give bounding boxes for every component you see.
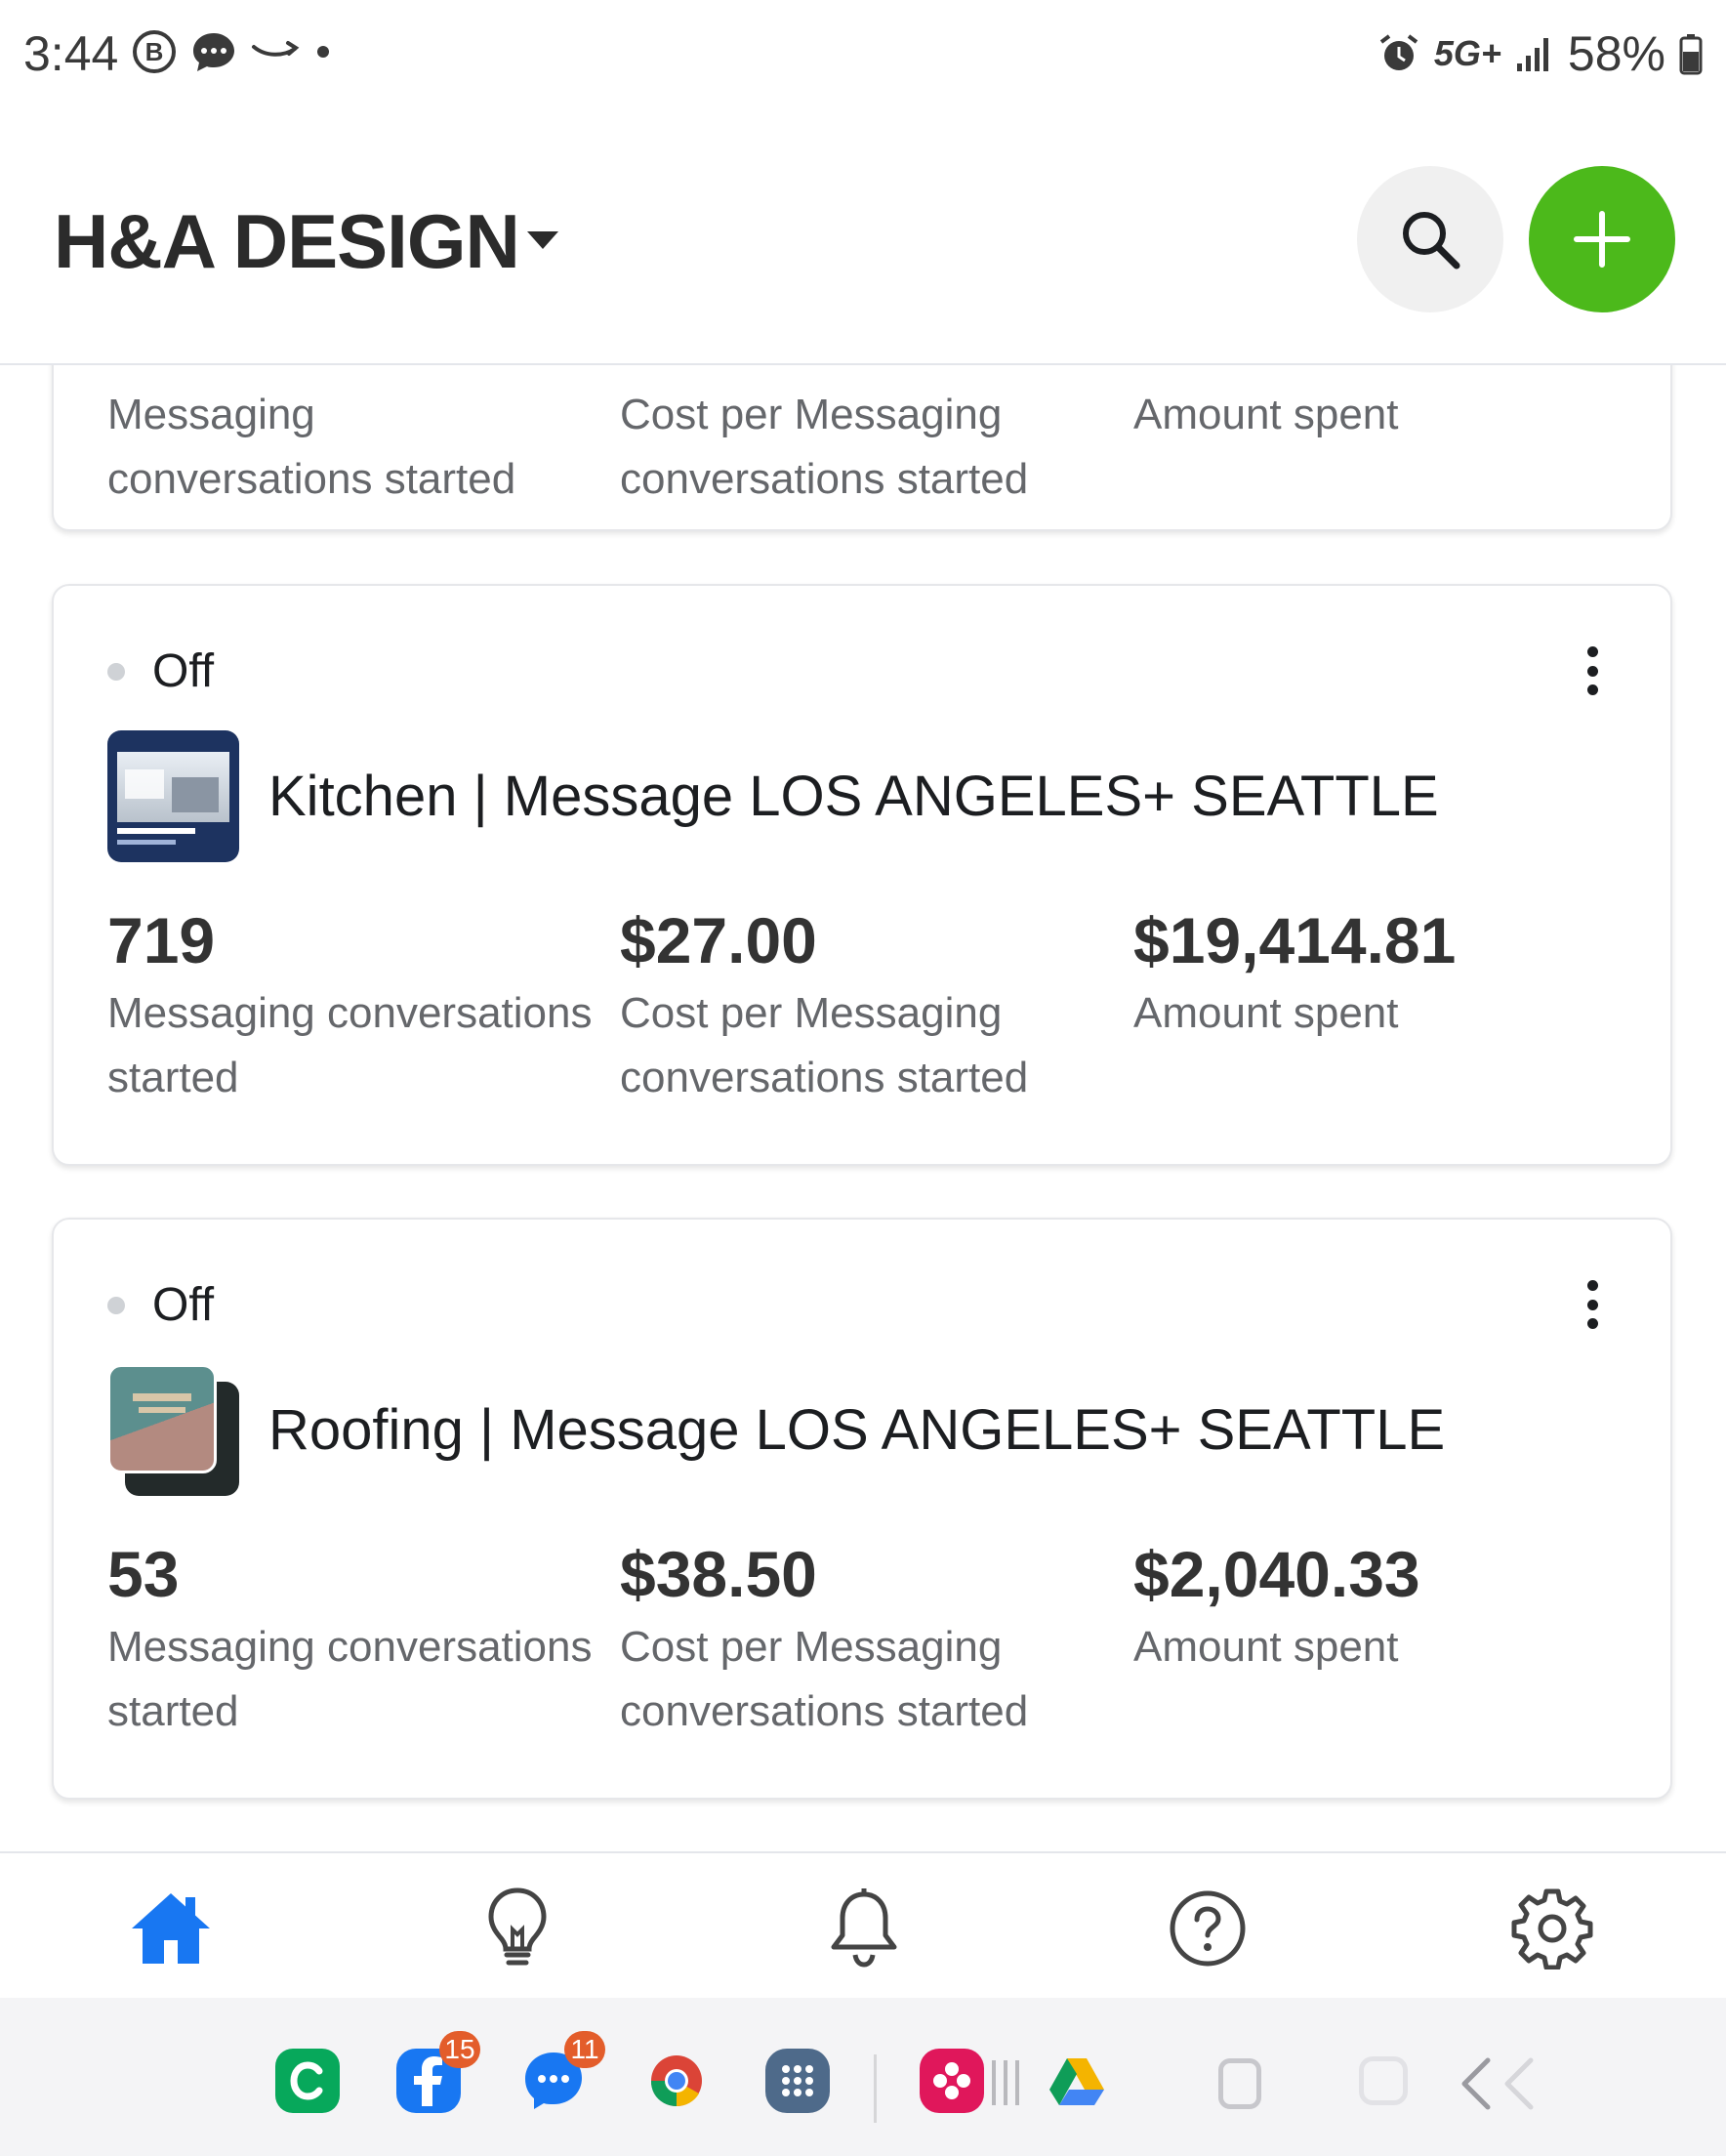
back-icon[interactable] xyxy=(1455,2054,1542,2113)
status-time: 3:44 xyxy=(23,26,119,81)
campaign-name[interactable]: Roofing | Message LOS ANGELES+ SEATTLE xyxy=(268,1397,1445,1463)
drive-icon[interactable] xyxy=(1045,2049,1109,2113)
lightbulb-icon xyxy=(488,1887,547,1966)
metric-amount: $19,414.81 Amount spent xyxy=(1133,903,1641,1046)
metric-amount: $2,040.33 Amount spent xyxy=(1133,1537,1641,1679)
metric-value: 53 xyxy=(107,1538,180,1610)
campaign-title-row[interactable]: Kitchen | Message LOS ANGELES+ SEATTLE xyxy=(107,730,1439,862)
alarm-icon xyxy=(1379,34,1418,70)
search-button[interactable] xyxy=(1357,166,1503,312)
dot-icon xyxy=(317,46,329,58)
flower-app-icon[interactable] xyxy=(920,2049,984,2113)
account-switcher-label[interactable]: H&A DESIGN xyxy=(54,197,520,286)
status-bar: 3:44 B 5G+ 58% xyxy=(0,0,1726,112)
b-notification-icon: B xyxy=(133,30,176,73)
status-dot-icon xyxy=(107,662,125,681)
metric-label: Cost per Messaging conversations started xyxy=(620,1623,1029,1735)
help-icon xyxy=(1170,1890,1246,1967)
metric-label: Amount spent xyxy=(1133,391,1399,438)
campaign-list[interactable]: Messaging conversations started Cost per… xyxy=(0,365,1726,1851)
bell-icon xyxy=(831,1888,897,1968)
tab-settings[interactable] xyxy=(1508,1885,1596,1972)
split-screen-icon[interactable] xyxy=(1218,2058,1261,2109)
more-options-icon[interactable] xyxy=(1582,1280,1602,1329)
recent-apps-indicator xyxy=(992,2060,1019,2105)
chat-notification-icon xyxy=(193,33,234,71)
campaign-status: Off xyxy=(107,1278,214,1332)
search-icon xyxy=(1403,212,1460,270)
tab-help[interactable] xyxy=(1164,1885,1252,1972)
metric-messaging: Messaging conversations started xyxy=(107,379,615,512)
battery-icon xyxy=(1679,34,1703,75)
metric-value: 719 xyxy=(107,904,216,976)
tab-notifications[interactable] xyxy=(820,1885,908,1972)
caret-down-icon[interactable] xyxy=(527,231,558,249)
signal-icon xyxy=(1516,38,1548,71)
tab-home[interactable] xyxy=(127,1885,215,1972)
metric-label: Messaging conversations started xyxy=(107,391,516,503)
metric-label: Amount spent xyxy=(1133,989,1399,1037)
metric-value: $27.00 xyxy=(620,904,817,976)
metric-cost: $27.00 Cost per Messaging conversations … xyxy=(620,903,1128,1110)
metric-cost: Cost per Messaging conversations started xyxy=(620,379,1128,512)
app-header: H&A DESIGN xyxy=(0,112,1726,365)
notification-badge: 15 xyxy=(439,2031,480,2068)
metric-messaging: 53 Messaging conversations started xyxy=(107,1537,615,1744)
campaign-title-row[interactable]: Roofing | Message LOS ANGELES+ SEATTLE xyxy=(107,1364,1445,1496)
metric-value: $2,040.33 xyxy=(1133,1538,1420,1610)
network-label: 5G+ xyxy=(1433,33,1501,73)
metric-amount: Amount spent xyxy=(1133,379,1641,447)
divider xyxy=(874,2054,877,2123)
system-status: 5G+ 58% xyxy=(1377,25,1703,82)
bottom-tab-bar xyxy=(0,1851,1726,2000)
campaign-name[interactable]: Kitchen | Message LOS ANGELES+ SEATTLE xyxy=(268,764,1439,829)
notification-icons: B xyxy=(132,29,333,74)
metric-label: Messaging conversations started xyxy=(107,1623,593,1735)
gear-icon xyxy=(1511,1888,1593,1969)
campaign-card[interactable]: Off Roofing | Message LOS ANGELES+ SEATT… xyxy=(52,1218,1672,1800)
metric-value: $19,414.81 xyxy=(1133,904,1457,976)
tab-ideas[interactable] xyxy=(473,1885,561,1972)
status-label: Off xyxy=(152,645,215,697)
status-dot-icon xyxy=(107,1296,125,1314)
messenger-icon[interactable]: 11 xyxy=(521,2031,605,2113)
metric-value: $38.50 xyxy=(620,1538,817,1610)
campaign-card[interactable]: Off Kitchen | Message LOS ANGELES+ SEATT… xyxy=(52,584,1672,1166)
metric-label: Messaging conversations started xyxy=(107,989,593,1101)
plus-icon xyxy=(1574,211,1630,268)
campaign-status: Off xyxy=(107,644,214,698)
home-icon xyxy=(132,1893,210,1964)
svg-text:B: B xyxy=(145,37,164,66)
metric-cost: $38.50 Cost per Messaging conversations … xyxy=(620,1537,1128,1744)
metric-label: Cost per Messaging conversations started xyxy=(620,391,1029,503)
more-options-icon[interactable] xyxy=(1582,646,1602,695)
battery-percent: 58% xyxy=(1567,26,1665,81)
status-label: Off xyxy=(152,1279,215,1331)
c-app-icon[interactable] xyxy=(275,2049,340,2113)
app-drawer-icon[interactable] xyxy=(765,2049,830,2113)
kitchen-ad-thumbnail xyxy=(107,730,239,862)
amazon-notification-icon xyxy=(252,41,300,57)
notification-badge: 11 xyxy=(564,2031,605,2068)
system-nav-bar: 15 11 xyxy=(0,1998,1726,2156)
facebook-icon[interactable]: 15 xyxy=(396,2031,480,2113)
roofing-ad-thumbnail xyxy=(107,1364,239,1496)
metric-label: Amount spent xyxy=(1133,1623,1399,1671)
chrome-icon[interactable] xyxy=(644,2049,709,2113)
metric-messaging: 719 Messaging conversations started xyxy=(107,903,615,1110)
campaign-card-partial[interactable]: Messaging conversations started Cost per… xyxy=(52,365,1672,531)
create-ad-button[interactable] xyxy=(1529,166,1675,312)
metric-label: Cost per Messaging conversations started xyxy=(620,989,1029,1101)
home-nav-icon[interactable] xyxy=(1359,2056,1408,2105)
